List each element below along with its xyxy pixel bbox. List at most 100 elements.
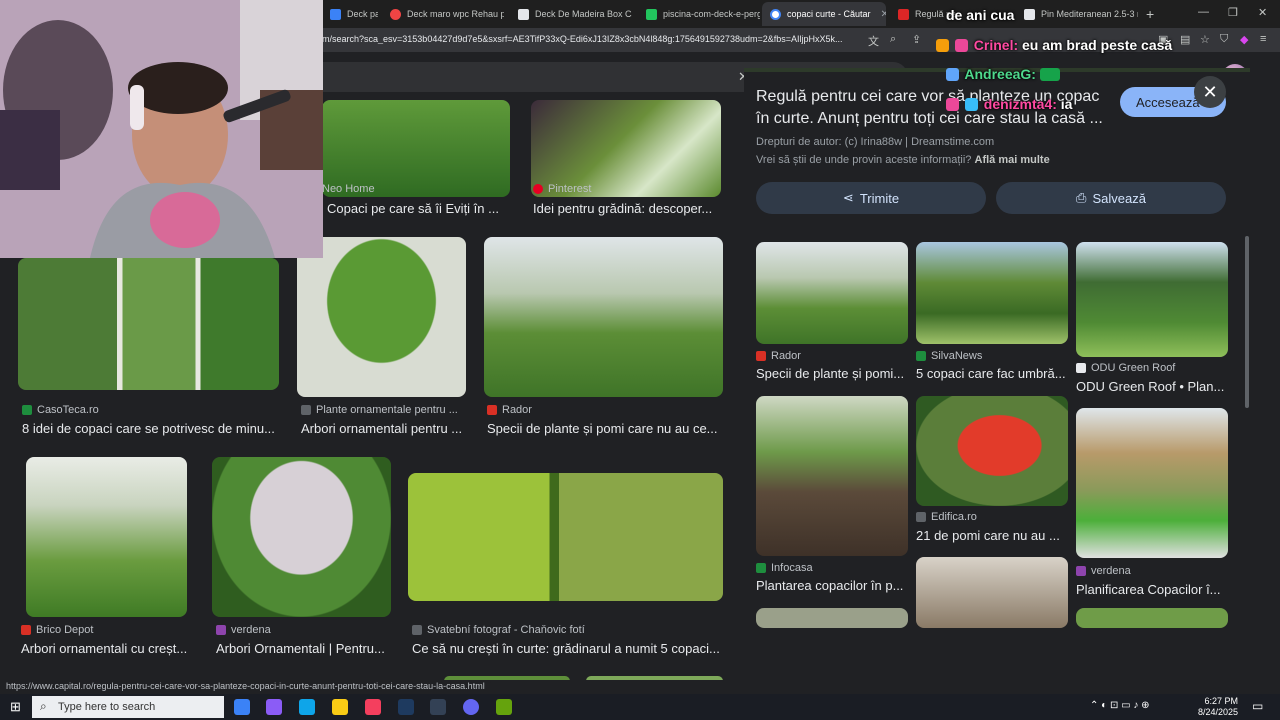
- result-image[interactable]: [297, 237, 466, 397]
- related-image[interactable]: [916, 242, 1068, 344]
- tab-close-icon[interactable]: ✕: [881, 9, 886, 20]
- related-source[interactable]: Infocasa: [756, 562, 908, 574]
- result-source[interactable]: Brico Depot: [21, 624, 191, 636]
- bookmark-icon[interactable]: ☆: [1200, 33, 1210, 46]
- shield-icon[interactable]: ⛉: [1220, 33, 1228, 46]
- result-source[interactable]: Rador: [487, 404, 723, 416]
- chat-username[interactable]: AndreeaG:: [964, 66, 1036, 82]
- related-image[interactable]: [756, 608, 908, 628]
- url-field[interactable]: m/search?sca_esv=3153b04427d9d7e5&sxsrf=…: [322, 34, 862, 44]
- tab-deck-maro[interactable]: Deck maro wpc Rehau pis: [382, 2, 504, 26]
- result-title[interactable]: Ce să nu crești în curte: grădinarul a n…: [412, 641, 722, 656]
- result-image[interactable]: [18, 258, 279, 390]
- chat-text: de ani cua: [946, 7, 1015, 23]
- close-icon[interactable]: ✕: [1194, 76, 1226, 108]
- related-title[interactable]: 21 de pomi care nu au ...: [916, 528, 1068, 543]
- tab-deck-madeira[interactable]: Deck De Madeira Box Cap: [510, 2, 632, 26]
- result-title[interactable]: Arbori ornamentali pentru ...: [301, 421, 467, 436]
- learn-more-link[interactable]: Află mai multe: [975, 154, 1050, 166]
- related-source[interactable]: Rador: [756, 350, 908, 362]
- clock[interactable]: 6:27 PM 8/24/2025: [1198, 696, 1238, 718]
- app-icon[interactable]: [496, 699, 512, 715]
- tab-favicon: [1024, 8, 1035, 20]
- related-image[interactable]: [1076, 242, 1228, 357]
- result-image[interactable]: [212, 457, 391, 617]
- related-image[interactable]: [1076, 408, 1228, 558]
- result-source[interactable]: Svatební fotograf - Chaňovic fotí: [412, 624, 722, 636]
- related-title[interactable]: Specii de plante și pomi...: [756, 366, 908, 381]
- tab-deck-para[interactable]: Deck para P: [322, 2, 378, 26]
- related-image[interactable]: [916, 396, 1068, 506]
- discord-icon[interactable]: [463, 699, 479, 715]
- tray-icons[interactable]: ⌃ ◐ ⊡ ▭ ♪ ⊕: [1090, 700, 1150, 711]
- related-image[interactable]: [756, 396, 908, 556]
- result-image[interactable]: [26, 457, 187, 617]
- menu-icon[interactable]: ≡: [1260, 33, 1266, 45]
- panel-scrollbar[interactable]: [1245, 236, 1249, 408]
- share-icon[interactable]: ⇪: [912, 33, 921, 46]
- edge-icon[interactable]: [299, 699, 315, 715]
- tab-piscina-deck[interactable]: piscina-com-deck-e-perg: [638, 2, 760, 26]
- result-title[interactable]: Copaci pe care să îi Eviți în ...: [327, 201, 517, 216]
- related-source[interactable]: Edifica.ro: [916, 511, 1068, 523]
- app-icon[interactable]: [266, 699, 282, 715]
- tab-copaci-curte[interactable]: copaci curte - Căutar ✕: [762, 2, 886, 26]
- related-image[interactable]: [756, 242, 908, 344]
- result-source[interactable]: CasoTeca.ro: [22, 404, 280, 416]
- chat-username[interactable]: denizmta4:: [984, 96, 1057, 112]
- file-explorer-icon[interactable]: [332, 699, 348, 715]
- task-view-icon[interactable]: [234, 699, 250, 715]
- windows-start-icon[interactable]: ⊞: [10, 699, 21, 715]
- pinterest-icon: [533, 184, 543, 194]
- link-status-bar: https://www.capital.ro/regula-pentru-cei…: [0, 680, 491, 694]
- taskbar-search[interactable]: ⌕ Type here to search: [32, 696, 224, 718]
- result-title[interactable]: Arbori Ornamentali | Pentru...: [216, 641, 391, 656]
- source-name: ODU Green Roof: [1091, 362, 1176, 374]
- source-name: Rador: [771, 350, 801, 362]
- close-window-button[interactable]: ✕: [1258, 6, 1267, 19]
- chat-username[interactable]: Crinel:: [974, 37, 1018, 53]
- source-name: Brico Depot: [36, 624, 94, 636]
- sub-badge-icon: [954, 39, 968, 52]
- related-source[interactable]: verdena: [1076, 565, 1228, 577]
- related-source[interactable]: SilvaNews: [916, 350, 1068, 362]
- maximize-button[interactable]: ❐: [1228, 6, 1238, 19]
- new-tab-button[interactable]: +: [1146, 6, 1154, 22]
- result-image[interactable]: [408, 473, 723, 601]
- source-name: verdena: [1091, 565, 1131, 577]
- result-title[interactable]: Arbori ornamentali cu creșt...: [21, 641, 191, 656]
- result-image[interactable]: [586, 676, 723, 680]
- result-source[interactable]: verdena: [216, 624, 391, 636]
- result-title[interactable]: Idei pentru grădină: descoper...: [533, 201, 723, 216]
- zoom-icon[interactable]: ⌕: [890, 33, 896, 46]
- result-image[interactable]: [484, 237, 723, 397]
- chat-message: de ani cua: [946, 7, 1014, 23]
- related-title[interactable]: 5 copaci care fac umbră...: [916, 366, 1068, 381]
- tab-favicon: [646, 8, 657, 20]
- related-title[interactable]: ODU Green Roof • Plan...: [1076, 379, 1228, 394]
- chat-message: denizmta4: ia: [946, 96, 1072, 112]
- tab-pin-mediteranean[interactable]: Pin Mediteranean 2.5-3 m: [1016, 2, 1138, 26]
- result-source[interactable]: Pinterest: [533, 183, 723, 195]
- share-button[interactable]: ⋖ Trimite: [756, 182, 986, 214]
- notifications-icon[interactable]: ▭: [1252, 699, 1263, 713]
- related-title[interactable]: Plantarea copacilor în p...: [756, 578, 908, 593]
- save-button[interactable]: ⎙ Salvează: [996, 182, 1226, 214]
- profile-extension-icon[interactable]: ◆: [1240, 33, 1248, 46]
- related-source[interactable]: ODU Green Roof: [1076, 362, 1228, 374]
- minimize-button[interactable]: —: [1198, 6, 1209, 18]
- related-title[interactable]: Planificarea Copacilor î...: [1076, 582, 1228, 597]
- result-title[interactable]: Specii de plante și pomi care nu au ce..…: [487, 421, 723, 436]
- share-label: Trimite: [859, 190, 900, 206]
- result-source[interactable]: Plante ornamentale pentru ...: [301, 404, 467, 416]
- app-icon[interactable]: [430, 699, 446, 715]
- steam-icon[interactable]: [398, 699, 414, 715]
- result-title[interactable]: 8 idei de copaci care se potrivesc de mi…: [22, 421, 278, 436]
- sidebar-icon[interactable]: ▤: [1180, 33, 1190, 46]
- site-icon: [412, 625, 422, 635]
- result-source[interactable]: Neo Home: [322, 183, 512, 195]
- browser-icon[interactable]: [365, 699, 381, 715]
- translate-icon[interactable]: 文: [868, 33, 879, 49]
- related-image[interactable]: [1076, 608, 1228, 628]
- related-image[interactable]: [916, 557, 1068, 628]
